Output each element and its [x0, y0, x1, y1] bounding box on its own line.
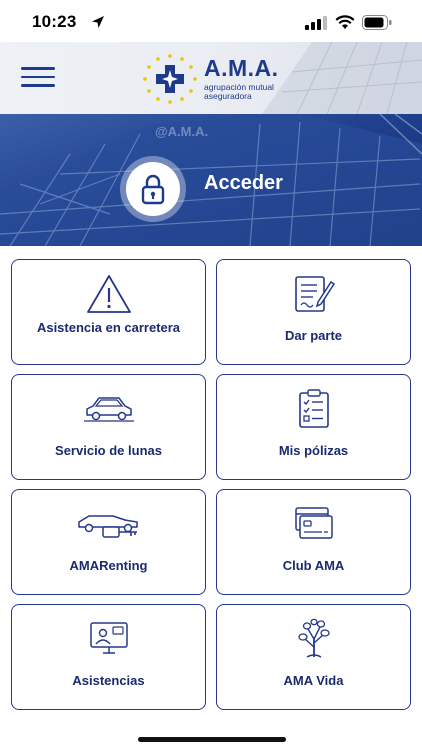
tile-label: Asistencia en carretera [36, 320, 181, 335]
hamburger-menu-icon[interactable] [21, 67, 55, 89]
tile-asistencia-carretera[interactable]: Asistencia en carretera [11, 259, 206, 365]
location-arrow-icon [92, 16, 104, 28]
tile-amarenting[interactable]: AMARenting [11, 489, 206, 595]
app-header: A.M.A. agrupación mutual aseguradora [0, 42, 422, 114]
login-button[interactable] [120, 156, 186, 222]
logo-subtitle: agrupación mutual aseguradora [204, 83, 294, 101]
wifi-icon [335, 15, 355, 29]
svg-text:@A.M.A.: @A.M.A. [155, 124, 208, 139]
logo-title: A.M.A. [204, 55, 279, 81]
login-label[interactable]: Acceder [204, 172, 283, 195]
tile-label: AMARenting [69, 558, 148, 573]
cellular-signal-icon [305, 16, 327, 30]
car-key-icon [77, 515, 138, 538]
ama-logo: A.M.A. agrupación mutual aseguradora [141, 53, 291, 105]
cards-icon [294, 507, 333, 539]
tile-servicio-lunas[interactable]: Servicio de lunas [11, 374, 206, 480]
tile-mis-polizas[interactable]: Mis pólizas [216, 374, 411, 480]
tile-label: Club AMA [282, 558, 345, 573]
status-time: 10:23 [32, 12, 77, 31]
tile-dar-parte[interactable]: Dar parte [216, 259, 411, 365]
hero-banner: @A.M.A. Acceder [0, 114, 422, 246]
tile-asistencias[interactable]: Asistencias [11, 604, 206, 710]
status-bar: 10:23 [0, 0, 422, 42]
car-windshield-icon [83, 397, 134, 422]
tile-label: Asistencias [72, 673, 145, 688]
logo-subtitle-line-2: aseguradora [204, 91, 252, 101]
tile-label: Servicio de lunas [55, 443, 162, 458]
padlock-icon [141, 174, 165, 205]
tile-label: Mis pólizas [278, 443, 349, 458]
tile-label: AMA Vida [283, 673, 344, 688]
tile-label: Dar parte [284, 328, 343, 343]
ama-seal-icon [143, 54, 197, 104]
tile-club-ama[interactable]: Club AMA [216, 489, 411, 595]
warning-triangle-icon [86, 275, 131, 313]
form-pen-icon [294, 276, 335, 312]
tile-ama-vida[interactable]: AMA Vida [216, 604, 411, 710]
tree-icon [297, 618, 330, 658]
checklist-clipboard-icon [298, 389, 329, 428]
battery-icon [362, 15, 392, 30]
video-consult-icon [89, 622, 128, 654]
home-indicator[interactable] [138, 737, 286, 742]
